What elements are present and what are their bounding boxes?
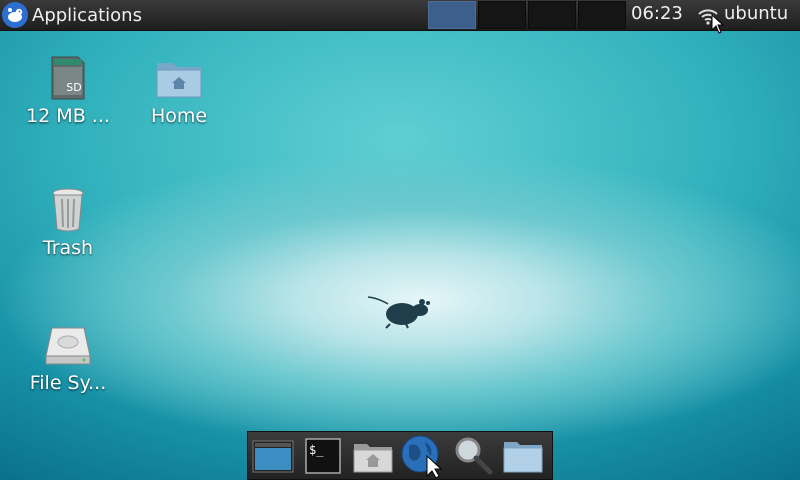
desktop-icon-filesystem[interactable]: File Sy... — [13, 322, 123, 394]
top-panel: Applications 06:23 ubuntu — [0, 0, 800, 31]
folder-launcher[interactable] — [498, 433, 548, 479]
bottom-dock: $_ — [247, 431, 553, 480]
mouse-pointer-icon — [711, 14, 725, 34]
home-folder-launcher[interactable] — [348, 433, 398, 479]
desktop-icon-label: 12 MB ... — [26, 105, 110, 127]
home-folder-icon — [156, 63, 202, 98]
web-browser-icon — [401, 435, 443, 478]
desktop-icon-home[interactable]: Home — [124, 55, 234, 127]
desktop-icon-label: Home — [150, 105, 208, 127]
xfce-logo-icon — [2, 2, 28, 28]
desktop-icon-label: Trash — [42, 237, 94, 259]
terminal-launcher[interactable]: $_ — [298, 433, 348, 479]
clock[interactable]: 06:23 — [631, 3, 683, 24]
workspace-switcher — [428, 1, 628, 29]
user-menu[interactable]: ubuntu — [724, 3, 788, 24]
workspace-1[interactable] — [428, 1, 476, 29]
applications-label: Applications — [32, 4, 142, 26]
show-desktop-icon — [252, 440, 294, 472]
search-icon — [455, 437, 493, 474]
show-desktop-button[interactable] — [248, 433, 298, 479]
sd-card-icon: SD — [51, 56, 85, 100]
xfce-mouse-wallpaper-icon — [367, 296, 430, 329]
hard-drive-icon — [45, 327, 91, 365]
terminal-icon: $_ — [305, 437, 341, 474]
applications-menu-button[interactable]: Applications — [0, 0, 142, 30]
workspace-4[interactable] — [578, 1, 626, 29]
web-browser-launcher[interactable] — [398, 433, 448, 479]
folder-icon — [503, 441, 543, 472]
terminal-glyph: $_ — [309, 443, 324, 457]
home-folder-icon — [353, 443, 393, 472]
sd-badge-text: SD — [66, 81, 81, 94]
workspace-3[interactable] — [528, 1, 576, 29]
desktop-icon-sd-card[interactable]: SD 12 MB ... — [13, 55, 123, 127]
search-launcher[interactable] — [448, 433, 498, 479]
desktop-icon-label: File Sy... — [29, 372, 107, 394]
desktop-icon-trash[interactable]: Trash — [13, 187, 123, 259]
workspace-2[interactable] — [478, 1, 526, 29]
trash-icon — [52, 188, 84, 232]
